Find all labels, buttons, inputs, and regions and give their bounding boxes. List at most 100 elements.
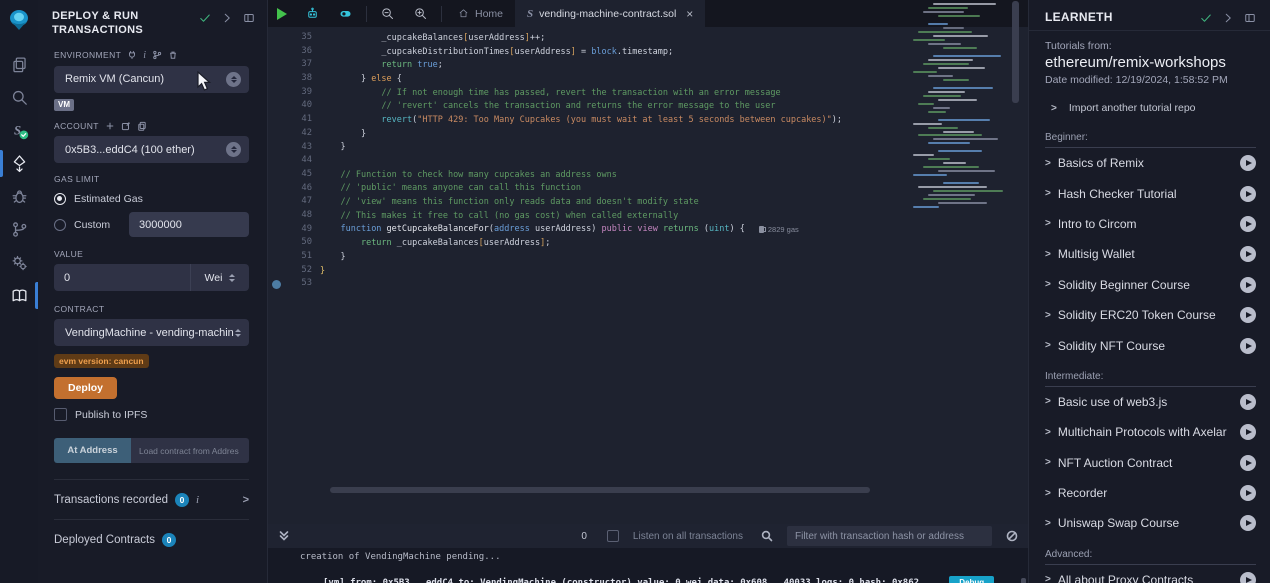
add-account-icon[interactable]: [105, 121, 115, 131]
play-tutorial-button[interactable]: [1240, 216, 1256, 232]
code-line[interactable]: 49 function getCupcakeBalanceFor(address…: [268, 223, 1028, 237]
clear-terminal-icon[interactable]: [1006, 530, 1018, 542]
account-select[interactable]: 0x5B3...eddC4 (100 ether): [54, 136, 249, 163]
play-tutorial-button[interactable]: [1240, 515, 1256, 531]
run-script-button[interactable]: [268, 0, 296, 27]
tutorial-item[interactable]: >Basic use of web3.js: [1045, 387, 1256, 417]
tutorial-item[interactable]: >Solidity ERC20 Token Course: [1045, 300, 1256, 330]
tutorial-item[interactable]: >Basics of Remix: [1045, 148, 1256, 178]
plug-icon[interactable]: [127, 50, 137, 60]
zoom-in-icon[interactable]: [404, 0, 437, 27]
terminal-scrollbar[interactable]: [1021, 578, 1026, 583]
code-line[interactable]: 48 // This makes it free to call (no gas…: [268, 209, 1028, 223]
transactions-info-icon[interactable]: i: [196, 494, 199, 506]
deploy-and-run-icon[interactable]: [0, 147, 38, 180]
transactions-recorded-row[interactable]: Transactions recorded 0 i >: [54, 480, 249, 519]
close-tab-icon[interactable]: ×: [686, 7, 693, 21]
line-gutter[interactable]: 45: [268, 168, 320, 182]
code-line[interactable]: 39 // If not enough time has passed, rev…: [268, 86, 1028, 100]
line-gutter[interactable]: 36: [268, 45, 320, 59]
publish-ipfs-checkbox[interactable]: [54, 408, 67, 421]
zoom-out-icon[interactable]: [371, 0, 404, 27]
tutorial-item[interactable]: >Uniswap Swap Course: [1045, 508, 1256, 538]
play-tutorial-button[interactable]: [1240, 277, 1256, 293]
transaction-filter-input[interactable]: [787, 526, 992, 546]
code-line[interactable]: 40 // 'revert' cancels the transaction a…: [268, 99, 1028, 113]
editor-vertical-scrollbar[interactable]: [1012, 1, 1019, 103]
expand-panel-icon[interactable]: [221, 12, 233, 24]
value-unit-select[interactable]: Wei: [190, 264, 249, 291]
file-explorer-icon[interactable]: [0, 48, 38, 81]
copy-account-icon[interactable]: [137, 121, 147, 131]
edit-account-icon[interactable]: [121, 121, 131, 131]
line-gutter[interactable]: 50: [268, 236, 320, 250]
line-gutter[interactable]: 46: [268, 182, 320, 196]
play-tutorial-button[interactable]: [1240, 246, 1256, 262]
code-line[interactable]: 52}: [268, 264, 1028, 278]
line-gutter[interactable]: 44: [268, 154, 320, 168]
git-icon[interactable]: [0, 213, 38, 246]
terminal-transaction-line[interactable]: [vm] from: 0x5B3...eddC4 to: VendingMach…: [323, 576, 994, 583]
pin-panel-icon[interactable]: [1244, 12, 1256, 24]
tab-home[interactable]: Home: [446, 0, 515, 27]
play-tutorial-button[interactable]: [1240, 394, 1256, 410]
import-tutorial-repo[interactable]: > Import another tutorial repo: [1029, 86, 1270, 116]
code-line[interactable]: 50 return _cupcakeBalances[userAddress];: [268, 236, 1028, 250]
value-input[interactable]: [54, 264, 190, 291]
line-gutter[interactable]: 48: [268, 209, 320, 223]
deployed-contracts-row[interactable]: Deployed Contracts 0: [54, 520, 249, 559]
environment-stepper-icon[interactable]: [226, 72, 241, 87]
tutorial-item[interactable]: >Recorder: [1045, 478, 1256, 508]
code-line[interactable]: 35 _cupcakeBalances[userAddress]++;: [268, 31, 1028, 45]
at-address-input[interactable]: [131, 438, 249, 463]
expand-panel-icon[interactable]: [1222, 12, 1234, 24]
tutorial-item[interactable]: >Multisig Wallet: [1045, 239, 1256, 269]
debug-button[interactable]: Debug: [949, 576, 994, 583]
code-line[interactable]: 53: [268, 277, 1028, 291]
minimap[interactable]: [925, 3, 1012, 253]
tab-vending-machine-contract[interactable]: S vending-machine-contract.sol ×: [515, 0, 705, 27]
code-editor[interactable]: 35 _cupcakeBalances[userAddress]++;36 _c…: [268, 27, 1028, 515]
tutorial-item[interactable]: >Intro to Circom: [1045, 209, 1256, 239]
code-line[interactable]: 36 _cupcakeDistributionTimes[userAddress…: [268, 45, 1028, 59]
at-address-button[interactable]: At Address: [54, 438, 131, 463]
line-gutter[interactable]: 41: [268, 113, 320, 127]
line-gutter[interactable]: 35: [268, 31, 320, 45]
collapse-terminal-icon[interactable]: [278, 530, 290, 542]
solidity-compiler-icon[interactable]: S: [0, 114, 38, 147]
line-gutter[interactable]: 37: [268, 58, 320, 72]
estimated-gas-radio[interactable]: [54, 193, 66, 205]
code-line[interactable]: 38 } else {: [268, 72, 1028, 86]
code-line[interactable]: 41 revert("HTTP 429: Too Many Cupcakes (…: [268, 113, 1028, 127]
editor-horizontal-scrollbar[interactable]: [330, 487, 870, 493]
code-line[interactable]: 46 // 'public' means anyone can call thi…: [268, 182, 1028, 196]
environment-select[interactable]: Remix VM (Cancun): [54, 66, 249, 93]
search-icon[interactable]: [0, 81, 38, 114]
ai-copilot-toggle[interactable]: [329, 0, 362, 27]
line-gutter[interactable]: 47: [268, 195, 320, 209]
play-tutorial-button[interactable]: [1240, 186, 1256, 202]
delete-environment-icon[interactable]: [168, 50, 178, 60]
custom-gas-input[interactable]: [129, 212, 249, 237]
line-gutter[interactable]: 40: [268, 99, 320, 113]
code-line[interactable]: 44: [268, 154, 1028, 168]
line-gutter[interactable]: 49: [268, 223, 320, 237]
terminal-search-icon[interactable]: [761, 530, 773, 542]
listen-transactions-checkbox[interactable]: [607, 530, 619, 542]
line-gutter[interactable]: 43: [268, 141, 320, 155]
fork-environment-icon[interactable]: [152, 50, 162, 60]
line-gutter[interactable]: 38: [268, 72, 320, 86]
breakpoint-icon[interactable]: [272, 280, 281, 289]
environment-info-icon[interactable]: i: [143, 50, 146, 61]
deploy-button[interactable]: Deploy: [54, 377, 117, 399]
play-tutorial-button[interactable]: [1240, 455, 1256, 471]
debugger-icon[interactable]: [0, 180, 38, 213]
line-gutter[interactable]: 42: [268, 127, 320, 141]
line-gutter[interactable]: 52: [268, 264, 320, 278]
contract-select[interactable]: VendingMachine - vending-machin: [54, 319, 249, 346]
line-gutter[interactable]: 53: [268, 277, 320, 291]
code-line[interactable]: 51 }: [268, 250, 1028, 264]
tutorial-item[interactable]: >Hash Checker Tutorial: [1045, 178, 1256, 208]
play-tutorial-button[interactable]: [1240, 572, 1256, 583]
ai-assistant-button[interactable]: [296, 0, 329, 27]
